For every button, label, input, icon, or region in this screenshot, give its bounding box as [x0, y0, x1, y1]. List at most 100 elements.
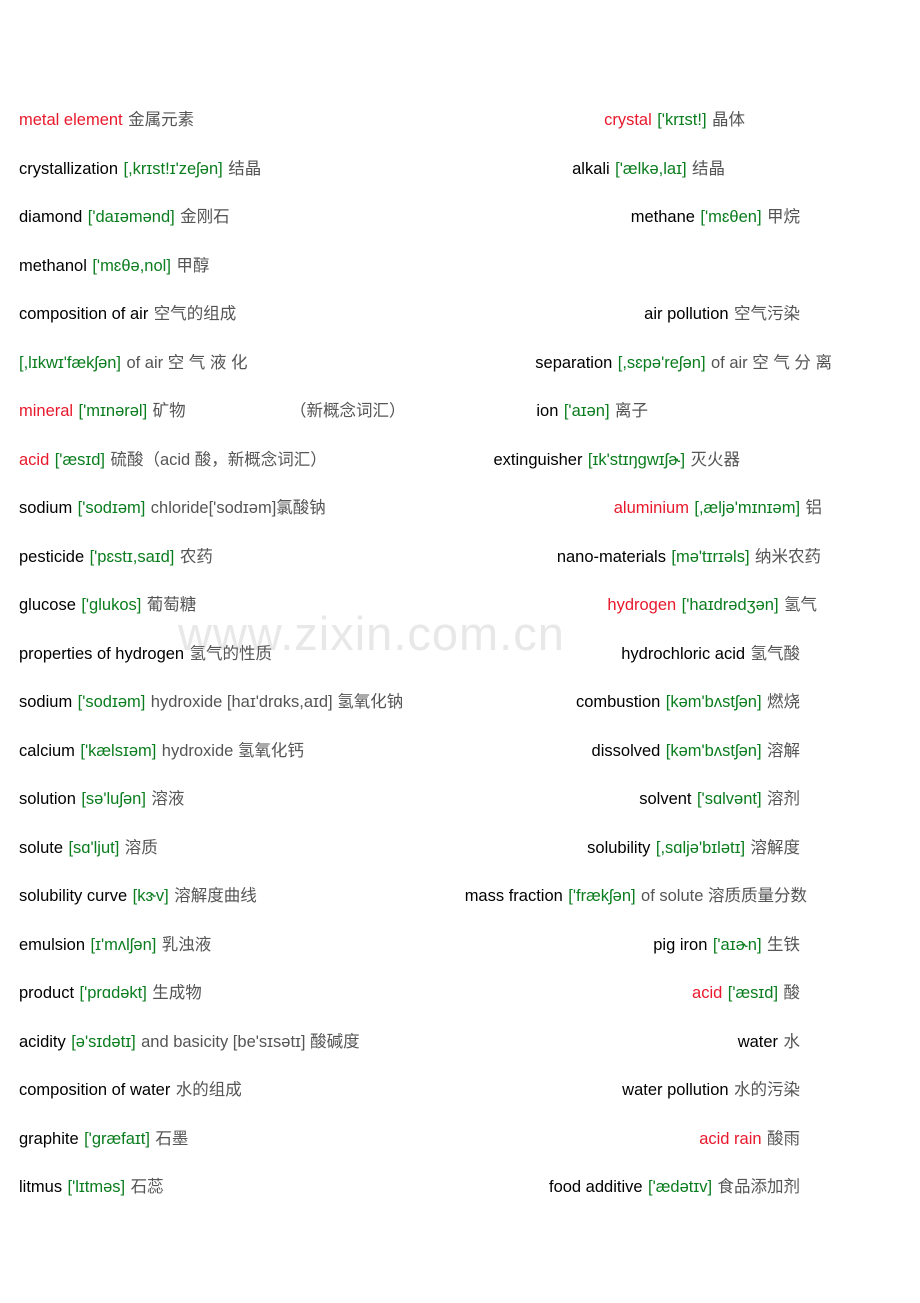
vocab-pronunciation: [,lɪkwɪ'fækʃən] [19, 353, 122, 372]
vocab-pronunciation: [,sɑljə'bɪlətɪ] [655, 838, 746, 857]
vocab-translation: and basicity [be'sɪsətɪ] 酸碱度 [141, 1032, 360, 1051]
vocab-translation: 矿物 [152, 402, 186, 420]
vocab-translation: of solute 溶质质量分数 [641, 887, 807, 905]
vocab-pronunciation: ['haɪdrədʒən] [681, 596, 779, 614]
vocab-term: solvent [639, 790, 692, 808]
vocab-pronunciation: [,æljə'mɪnɪəm] [694, 499, 801, 517]
vocab-pronunciation: ['sodɪəm] [77, 499, 146, 517]
vocab-entry-left: solubility curve [kɝv] 溶解度曲线 [19, 872, 257, 921]
vocab-entry-right: air pollution 空气污染 [644, 290, 800, 339]
vocab-row: properties of hydrogen 氢气的性质 hydrochloric… [0, 630, 920, 679]
vocab-translation: 溶质 [124, 838, 158, 857]
vocab-translation: 离子 [615, 402, 648, 420]
vocab-row: methanol ['mɛθə,nol] 甲醇 [0, 242, 920, 291]
vocab-term: extinguisher [493, 450, 583, 469]
vocab-pronunciation: ['aɪɚn] [712, 935, 762, 954]
vocab-term: emulsion [19, 935, 86, 954]
vocab-row: emulsion [ɪ'mʌlʃən] 乳浊液 pig iron ['aɪɚn] … [0, 921, 920, 970]
vocab-term: hydrochloric acid [621, 644, 746, 663]
vocab-row: acidity [ə'sɪdətɪ] and basicity [be'sɪsə… [0, 1018, 920, 1067]
vocab-translation: of air 空 气 液 化 [126, 353, 248, 372]
vocab-pronunciation: ['mɛθə,nol] [92, 256, 171, 275]
vocab-term: food additive [548, 1178, 643, 1196]
vocab-pronunciation: ['frækʃən] [568, 887, 636, 905]
vocab-translation: of air 空 气 分 离 [710, 353, 832, 372]
vocab-entry-left: sodium ['sodɪəm] hydroxide [haɪ'drɑks,aɪ… [19, 678, 403, 727]
vocab-entry-right: nano-materials [mə'tɪrɪəls] 纳米农药 [557, 533, 821, 582]
vocab-entry-left: composition of water 水的组成 [19, 1066, 242, 1115]
vocab-term: dissolved [591, 741, 661, 760]
vocab-term: composition of air [19, 305, 149, 323]
vocab-row: pesticide ['pɛstɪ,saɪd] 农药 nano-materials… [0, 533, 920, 582]
vocab-translation: 水 [783, 1032, 801, 1051]
vocab-pronunciation: [kəm'bʌstʃən] [665, 693, 762, 711]
vocab-translation: 食品添加剂 [717, 1178, 801, 1196]
vocab-row: [,lɪkwɪ'fækʃən] of air 空 气 液 化 separation… [0, 339, 920, 388]
vocab-entry-right: dissolved [kəm'bʌstʃən] 溶解 [592, 727, 800, 776]
vocab-term: solubility curve [19, 887, 128, 905]
vocab-entry-right: hydrogen ['haɪdrədʒən] 氢气 [607, 581, 817, 630]
vocab-pronunciation: ['prɑdəkt] [79, 984, 147, 1002]
vocab-entry-right: water 水 [738, 1018, 800, 1067]
vocab-translation: 甲烷 [767, 208, 800, 226]
vocab-pronunciation: [sɑ'ljut] [68, 838, 120, 857]
vocab-entry-right: crystal ['krɪst!] 晶体 [604, 96, 745, 145]
vocab-translation: 氢气 [784, 596, 817, 614]
vocab-translation: 溶解度 [750, 838, 801, 857]
vocab-entry-left: calcium ['kælsɪəm] hydroxide 氢氧化钙 [19, 727, 304, 776]
vocab-entry-left: litmus ['lɪtməs] 石蕊 [19, 1163, 164, 1212]
vocab-translation: 溶解度曲线 [174, 887, 257, 905]
vocab-entry-left: [,lɪkwɪ'fækʃən] of air 空 气 液 化 [19, 339, 247, 388]
vocab-translation: 氢气酸 [750, 644, 801, 663]
vocab-entry-left: acidity [ə'sɪdətɪ] and basicity [be'sɪsə… [19, 1018, 360, 1067]
vocab-entry-right: extinguisher [ɪk'stɪŋgwɪʃɚ] 灭火器 [493, 436, 740, 485]
vocab-term: solution [19, 790, 76, 808]
vocab-entry-right: mass fraction ['frækʃən] of solute 溶质质量分… [465, 872, 807, 921]
vocab-term: aluminium [613, 499, 689, 517]
vocab-row: solute [sɑ'ljut] 溶质 solubility [,sɑljə'bɪ… [0, 824, 920, 873]
vocab-pronunciation: ['pɛstɪ,saɪd] [89, 547, 175, 566]
vocab-term: mass fraction [464, 887, 563, 905]
vocab-pronunciation: ['aɪən] [563, 402, 610, 420]
vocab-entry-left: metal element 金属元素 [19, 96, 194, 145]
vocab-term: acid rain [699, 1129, 762, 1148]
vocab-term: water [737, 1032, 779, 1051]
vocab-row: diamond ['daɪəmənd] 金刚石 methane ['mɛθen] … [0, 193, 920, 242]
vocab-entry-right: hydrochloric acid 氢气酸 [621, 630, 800, 679]
vocab-term: ion [536, 402, 559, 420]
vocab-row: crystallization [,krɪst!ɪ'zeʃən] 结晶 alkal… [0, 145, 920, 194]
vocab-term: glucose [19, 596, 76, 614]
vocab-translation: chloride['sodɪəm]氯酸钠 [150, 499, 326, 517]
vocab-translation: 甲醇 [176, 256, 210, 275]
vocab-term: litmus [19, 1178, 63, 1196]
vocab-translation: 金属元素 [128, 111, 195, 129]
vocab-term: solute [19, 838, 64, 857]
vocab-pronunciation: ['krɪst!] [657, 111, 707, 129]
vocab-pronunciation: [kəm'bʌstʃən] [665, 741, 762, 760]
vocab-term: methanol [19, 256, 87, 275]
vocab-term: nano-materials [556, 547, 666, 566]
vocab-translation: 结晶 [228, 159, 262, 178]
vocab-entry-right: food additive ['ædətɪv] 食品添加剂 [549, 1163, 800, 1212]
vocab-entry-left: solute [sɑ'ljut] 溶质 [19, 824, 158, 873]
vocab-term: solubility [587, 838, 651, 857]
vocab-term: acid [692, 984, 723, 1002]
vocab-row: calcium ['kælsɪəm] hydroxide 氢氧化钙 dissolv… [0, 727, 920, 776]
vocab-entry-left: mineral ['mɪnərəl] 矿物 [19, 387, 186, 436]
vocab-translation: 晶体 [712, 111, 745, 129]
vocab-translation: 溶液 [151, 790, 185, 808]
vocab-translation: 石蕊 [130, 1178, 164, 1196]
document-page: www.zixin.com.cn metal element 金属元素 cryst… [0, 0, 920, 1303]
vocab-translation: 葡萄糖 [146, 596, 197, 614]
vocab-entry-right: combustion [kəm'bʌstʃən] 燃烧 [576, 678, 800, 727]
vocab-entry-right: acid rain 酸雨 [699, 1115, 800, 1164]
vocab-pronunciation: ['sɑlvənt] [696, 790, 762, 808]
vocab-term: combustion [575, 693, 661, 711]
vocab-row: composition of water 水的组成 water pollution… [0, 1066, 920, 1115]
vocab-term: properties of hydrogen [19, 644, 185, 663]
vocab-translation: 硫酸（acid 酸，新概念词汇） [110, 450, 327, 469]
vocab-translation: 氢气的性质 [189, 644, 273, 663]
vocab-row: composition of air 空气的组成 air pollution 空气… [0, 290, 920, 339]
vocab-entry-right: separation [,sɛpə'reʃən] of air 空 气 分 离 [535, 339, 832, 388]
vocab-entry-left: methanol ['mɛθə,nol] 甲醇 [19, 242, 209, 291]
